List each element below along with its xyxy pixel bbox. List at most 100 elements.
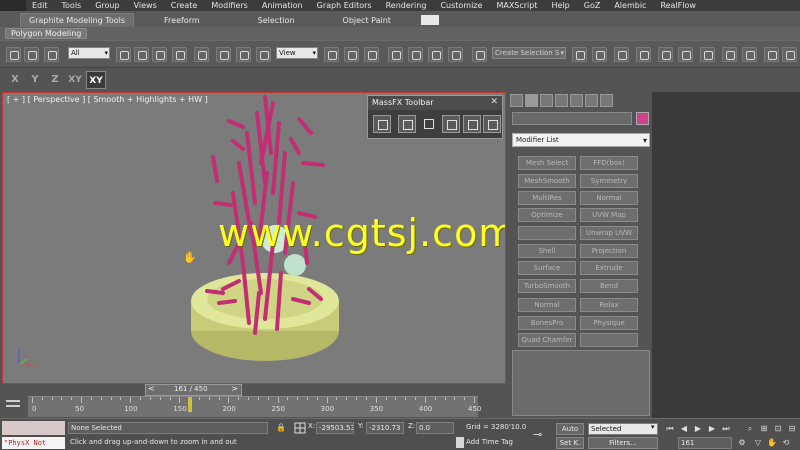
orbit-icon[interactable]: ⟲ — [780, 437, 792, 449]
y-coord-field[interactable]: -2310.73 — [366, 422, 404, 434]
zoom-extents-all-icon[interactable]: ⊟ — [786, 423, 798, 435]
curve-editor-icon[interactable] — [658, 47, 673, 62]
material-editor-icon[interactable] — [700, 47, 715, 62]
previous-frame-icon[interactable]: ◀ — [678, 423, 690, 435]
undo-icon[interactable] — [6, 47, 21, 62]
modifier-button[interactable]: Surface — [518, 261, 576, 275]
edit-named-selection-icon[interactable] — [472, 47, 487, 62]
rotate-icon[interactable] — [236, 47, 251, 62]
select-manipulate-icon[interactable] — [344, 47, 359, 62]
modifier-button[interactable]: Unwrap UVW — [580, 226, 638, 240]
time-slider[interactable]: < 161 / 450 > — [145, 384, 242, 396]
menu-help[interactable]: Help — [552, 1, 570, 10]
axis-xy-button[interactable]: XY — [66, 71, 84, 89]
rigid-body-icon[interactable] — [398, 115, 416, 133]
massfx-title[interactable]: MassFX Toolbar — [368, 96, 502, 110]
percent-snap-icon[interactable] — [428, 47, 443, 62]
maxscript-listener-output[interactable]: "PhysX Not — [2, 437, 65, 449]
menu-graph-editors[interactable]: Graph Editors — [317, 1, 372, 10]
reference-coordinate-dropdown[interactable]: View — [276, 47, 318, 59]
modifier-button-blank[interactable] — [580, 333, 638, 347]
motion-tab-icon[interactable] — [555, 94, 568, 107]
prev-frame-icon[interactable]: < — [148, 384, 155, 393]
rb-icon[interactable] — [194, 47, 209, 62]
modifier-button[interactable]: Symmetry — [580, 174, 638, 188]
menu-tools[interactable]: Tools — [62, 1, 82, 10]
world-parameters-icon[interactable] — [373, 115, 391, 133]
next-frame-icon[interactable]: > — [231, 384, 238, 393]
mirror-icon[interactable] — [572, 47, 587, 62]
object-name-field[interactable] — [512, 112, 632, 125]
tab-freeform[interactable]: Freeform — [156, 13, 208, 27]
lock-selection-icon[interactable]: 🔒 — [276, 423, 286, 433]
create-tab-icon[interactable] — [510, 94, 523, 107]
zoom-icon[interactable]: ⌕ — [744, 423, 756, 435]
ribbon-options-dropdown[interactable] — [420, 15, 439, 25]
modifier-button[interactable]: MultiRes — [518, 191, 576, 205]
align-icon[interactable] — [592, 47, 607, 62]
snaps-toggle-icon[interactable] — [388, 47, 403, 62]
time-config-icon[interactable]: ⚙ — [736, 437, 748, 449]
panel-polygon-modeling[interactable]: Polygon Modeling — [5, 28, 88, 39]
move-icon[interactable] — [216, 47, 231, 62]
axis-x-button[interactable]: X — [6, 71, 24, 89]
select-object-icon[interactable] — [116, 47, 131, 62]
modifier-button[interactable]: Mesh Select — [518, 156, 576, 170]
modifier-button[interactable]: Projection — [580, 244, 638, 258]
menu-realflow[interactable]: RealFlow — [660, 1, 696, 10]
object-color-swatch[interactable] — [636, 112, 649, 125]
field-of-view-icon[interactable]: ▽ — [752, 437, 764, 449]
modifier-button[interactable]: Normal — [518, 298, 576, 312]
current-frame-field[interactable]: 161 — [678, 437, 732, 449]
pivot-center-icon[interactable] — [324, 47, 339, 62]
selection-filter-dropdown[interactable]: All — [68, 47, 110, 59]
mini-curve-editor-icon[interactable] — [4, 397, 24, 415]
modifier-button[interactable]: Normal — [580, 191, 638, 205]
close-icon[interactable]: ✕ — [490, 97, 498, 107]
go-to-start-icon[interactable]: ⏮ — [664, 423, 676, 435]
start-simulation-icon[interactable] — [463, 115, 481, 133]
selection-region-icon[interactable] — [152, 47, 167, 62]
step-simulation-icon[interactable] — [483, 115, 501, 133]
modifier-button[interactable]: Optimize — [518, 208, 576, 222]
play-icon[interactable]: ▶ — [692, 423, 704, 435]
modifier-button[interactable]: MeshSmooth — [518, 174, 576, 188]
menu-create[interactable]: Create — [171, 1, 198, 10]
modifier-button[interactable]: Quad Chamfer — [518, 333, 576, 347]
axis-xy-active-button[interactable]: XY — [86, 71, 106, 89]
add-time-tag-button[interactable]: Add Time Tag — [464, 437, 526, 449]
absolute-mode-icon[interactable] — [294, 422, 306, 434]
menu-goz[interactable]: GoZ — [584, 1, 601, 10]
window-crossing-icon[interactable] — [172, 47, 187, 62]
mcloth-icon[interactable] — [420, 115, 438, 133]
axis-z-button[interactable]: Z — [46, 71, 64, 89]
menu-maxscript[interactable]: MAXScript — [496, 1, 537, 10]
time-tag-icon[interactable] — [456, 437, 464, 448]
set-key-button[interactable]: Set K. — [556, 437, 584, 449]
modifier-button[interactable]: Shell — [518, 244, 576, 258]
tab-selection[interactable]: Selection — [250, 13, 303, 27]
angle-snap-icon[interactable] — [408, 47, 423, 62]
render-production-icon[interactable] — [764, 47, 779, 62]
layer-manager-icon[interactable] — [614, 47, 629, 62]
modifier-button[interactable]: Physique — [580, 316, 638, 330]
menu-edit[interactable]: Edit — [32, 1, 48, 10]
key-icon[interactable]: ⊸ — [533, 428, 542, 441]
app-logo[interactable] — [0, 0, 26, 11]
display-tab-icon[interactable] — [570, 94, 583, 107]
zoom-extents-icon[interactable]: ⊡ — [772, 423, 784, 435]
menu-customize[interactable]: Customize — [440, 1, 482, 10]
teapot-render-icon[interactable] — [782, 47, 797, 62]
modifier-stack[interactable] — [512, 350, 650, 416]
scale-icon[interactable] — [256, 47, 271, 62]
link-icon[interactable] — [44, 47, 59, 62]
menu-alembic[interactable]: Alembic — [614, 1, 646, 10]
modifier-button[interactable]: BonesPro — [518, 316, 576, 330]
tab-object-paint[interactable]: Object Paint — [335, 13, 399, 27]
modifier-button-blank[interactable] — [518, 226, 576, 240]
schematic-view-icon[interactable] — [678, 47, 693, 62]
pan-view-icon[interactable]: ✋ — [766, 437, 778, 449]
redo-icon[interactable] — [24, 47, 39, 62]
reset-simulation-icon[interactable] — [442, 115, 460, 133]
spinner-snap-icon[interactable] — [448, 47, 463, 62]
